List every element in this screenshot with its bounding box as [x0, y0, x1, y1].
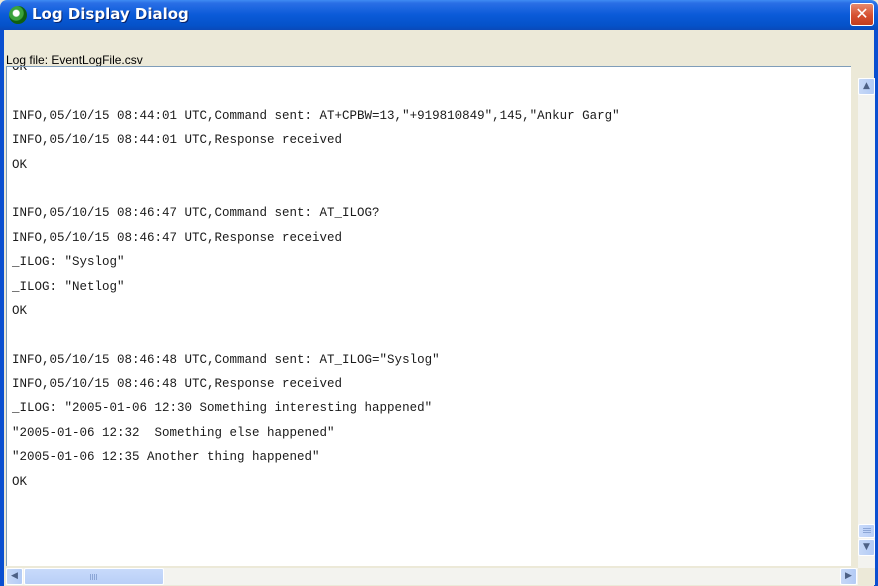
title-bar[interactable]: Log Display Dialog ✕: [0, 0, 878, 30]
log-line: INFO,05/10/15 08:46:47 UTC,Command sent:…: [12, 206, 380, 221]
vertical-scroll-thumb[interactable]: [858, 524, 875, 538]
log-line: _ILOG: "Syslog": [12, 255, 125, 270]
close-icon: ✕: [855, 4, 869, 23]
log-lines: OK INFO,05/10/15 08:44:01 UTC,Command sen…: [12, 66, 620, 494]
scroll-down-button[interactable]: ▼: [858, 539, 875, 556]
grip-icon: [863, 528, 871, 534]
close-button[interactable]: ✕: [850, 3, 874, 26]
arrow-up-icon: ▲: [863, 81, 870, 91]
vertical-scrollbar[interactable]: ▲ ▼: [858, 78, 875, 568]
app-icon: [9, 6, 27, 24]
log-line: OK: [12, 303, 28, 318]
scroll-up-button[interactable]: ▲: [858, 78, 875, 95]
arrow-left-icon: ◀: [11, 571, 18, 581]
log-line: INFO,05/10/15 08:46:48 UTC,Response rece…: [12, 377, 343, 392]
arrow-down-icon: ▼: [863, 542, 870, 552]
log-line: INFO,05/10/15 08:46:47 UTC,Response rece…: [12, 230, 343, 245]
window-title: Log Display Dialog: [32, 5, 189, 23]
log-display-dialog: Log Display Dialog ✕ Log file: EventLogF…: [0, 0, 878, 586]
log-line: INFO,05/10/15 08:44:01 UTC,Command sent:…: [12, 108, 620, 123]
grip-icon: [90, 574, 98, 580]
log-line: _ILOG: "Netlog": [12, 279, 125, 294]
log-line: _ILOG: "2005-01-06 12:30 Something inter…: [12, 401, 433, 416]
log-line: INFO,05/10/15 08:46:48 UTC,Command sent:…: [12, 352, 440, 367]
log-line: INFO,05/10/15 08:44:01 UTC,Response rece…: [12, 133, 343, 148]
horizontal-scroll-thumb[interactable]: [24, 568, 164, 585]
log-line: OK: [12, 157, 28, 172]
horizontal-scrollbar[interactable]: ◀ ▶: [6, 568, 858, 585]
log-line: "2005-01-06 12:32 Something else happene…: [12, 425, 335, 440]
window-frame-left: [0, 30, 4, 586]
log-line: OK: [12, 474, 28, 489]
log-line: "2005-01-06 12:35 Another thing happened…: [12, 450, 320, 465]
log-text-area[interactable]: OK INFO,05/10/15 08:44:01 UTC,Command sen…: [6, 66, 851, 566]
log-line: OK: [12, 66, 28, 74]
scrollbar-corner: [858, 568, 875, 585]
scroll-right-button[interactable]: ▶: [840, 568, 857, 585]
scroll-left-button[interactable]: ◀: [6, 568, 23, 585]
arrow-right-icon: ▶: [845, 571, 852, 581]
